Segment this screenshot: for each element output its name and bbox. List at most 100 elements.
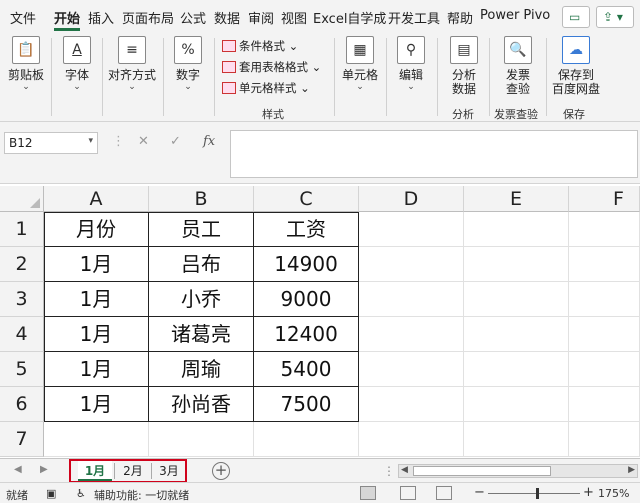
alignment-button[interactable]: ≡ 对齐方式 ⌄ — [106, 36, 158, 92]
empty-cell[interactable] — [359, 282, 464, 317]
empty-cell[interactable] — [359, 317, 464, 352]
tab-formulas[interactable]: 公式 — [180, 8, 206, 27]
editing-button[interactable]: ⚲ 编辑 ⌄ — [392, 36, 430, 92]
empty-cell[interactable] — [359, 247, 464, 282]
empty-cell[interactable] — [569, 352, 640, 387]
select-all-button[interactable] — [0, 186, 44, 212]
column-header[interactable]: F — [569, 186, 640, 212]
tab-page-layout[interactable]: 页面布局 — [122, 8, 174, 27]
number-button[interactable]: % 数字 ⌄ — [169, 36, 207, 92]
column-header[interactable]: C — [254, 186, 359, 212]
empty-cell[interactable] — [359, 422, 464, 457]
enter-icon[interactable]: ✓ — [170, 134, 181, 149]
zoom-out-icon[interactable]: − — [474, 485, 485, 500]
comments-button[interactable]: ▭ — [562, 6, 590, 28]
row-header[interactable]: 4 — [0, 317, 44, 352]
macro-record-icon[interactable]: ▣ — [46, 487, 56, 500]
tab-data[interactable]: 数据 — [214, 8, 240, 27]
empty-cell[interactable] — [464, 212, 569, 247]
empty-cell[interactable] — [359, 212, 464, 247]
empty-cell[interactable] — [359, 352, 464, 387]
share-button[interactable]: ⇪ ▾ — [596, 6, 634, 28]
table-cell[interactable]: 1月 — [44, 387, 149, 422]
table-cell[interactable]: 1月 — [44, 317, 149, 352]
empty-cell[interactable] — [569, 387, 640, 422]
row-header[interactable]: 1 — [0, 212, 44, 247]
cells-button[interactable]: ▦ 单元格 ⌄ — [340, 36, 380, 92]
table-header-cell[interactable]: 员工 — [149, 212, 254, 247]
table-cell[interactable]: 孙尚香 — [149, 387, 254, 422]
empty-cell[interactable] — [464, 422, 569, 457]
format-as-table-button[interactable]: 套用表格格式 ⌄ — [222, 59, 321, 75]
add-sheet-button[interactable]: + — [212, 462, 230, 480]
column-header[interactable]: A — [44, 186, 149, 212]
accessibility-icon[interactable]: ♿ — [76, 487, 86, 500]
empty-cell[interactable] — [569, 317, 640, 352]
chevron-down-icon[interactable]: ▾ — [88, 136, 93, 146]
empty-cell[interactable] — [464, 352, 569, 387]
tab-developer[interactable]: 开发工具 — [388, 8, 440, 27]
accessibility-status[interactable]: 辅助功能: 一切就绪 — [94, 487, 189, 503]
empty-cell[interactable] — [464, 282, 569, 317]
empty-cell[interactable] — [464, 317, 569, 352]
table-header-cell[interactable]: 工资 — [254, 212, 359, 247]
row-header[interactable]: 7 — [0, 422, 44, 457]
row-header[interactable]: 2 — [0, 247, 44, 282]
paste-button[interactable]: 📋 剪贴板 ⌄ — [6, 36, 46, 92]
column-header[interactable]: E — [464, 186, 569, 212]
next-sheet-icon[interactable]: ▶ — [40, 464, 48, 475]
tab-file[interactable]: 文件 — [10, 8, 36, 27]
tab-power-pivot[interactable]: Power Pivo — [480, 8, 550, 23]
column-header[interactable]: D — [359, 186, 464, 212]
table-cell[interactable]: 1月 — [44, 282, 149, 317]
name-box[interactable]: B12 ▾ — [4, 132, 98, 154]
font-button[interactable]: A 字体 ⌄ — [58, 36, 96, 92]
table-cell[interactable]: 1月 — [44, 352, 149, 387]
empty-cell[interactable] — [464, 387, 569, 422]
table-cell[interactable]: 12400 — [254, 317, 359, 352]
cancel-icon[interactable]: ✕ — [138, 134, 149, 149]
split-handle-icon[interactable]: ⋮ — [383, 464, 395, 478]
save-to-baidu-button[interactable]: ☁ 保存到 百度网盘 — [550, 36, 602, 96]
zoom-slider[interactable] — [488, 493, 580, 494]
empty-cell[interactable] — [569, 212, 640, 247]
tab-help[interactable]: 帮助 — [447, 8, 473, 27]
tab-home[interactable]: 开始 — [54, 8, 80, 27]
tab-excel-learning[interactable]: Excel自学成 — [313, 8, 386, 27]
prev-sheet-icon[interactable]: ◀ — [14, 464, 22, 475]
column-header[interactable]: B — [149, 186, 254, 212]
tab-view[interactable]: 视图 — [281, 8, 307, 27]
insert-function-icon[interactable]: fx — [203, 134, 215, 149]
empty-cell[interactable] — [149, 422, 254, 457]
empty-cell[interactable] — [44, 422, 149, 457]
analyze-data-button[interactable]: ▤ 分析 数据 — [444, 36, 484, 96]
conditional-format-button[interactable]: 条件格式 ⌄ — [222, 38, 298, 54]
empty-cell[interactable] — [464, 247, 569, 282]
horizontal-scrollbar[interactable]: ◀ ▶ — [398, 464, 638, 478]
page-layout-view-button[interactable] — [400, 486, 416, 500]
scroll-right-icon[interactable]: ▶ — [628, 465, 635, 475]
zoom-in-icon[interactable]: + — [583, 485, 594, 500]
empty-cell[interactable] — [254, 422, 359, 457]
invoice-check-button[interactable]: 🔍 发票 查验 — [496, 36, 540, 96]
formula-input[interactable] — [230, 130, 638, 178]
row-header[interactable]: 6 — [0, 387, 44, 422]
table-cell[interactable]: 1月 — [44, 247, 149, 282]
table-cell[interactable]: 9000 — [254, 282, 359, 317]
table-cell[interactable]: 诸葛亮 — [149, 317, 254, 352]
normal-view-button[interactable] — [360, 486, 376, 500]
table-cell[interactable]: 吕布 — [149, 247, 254, 282]
empty-cell[interactable] — [569, 422, 640, 457]
table-cell[interactable]: 7500 — [254, 387, 359, 422]
table-header-cell[interactable]: 月份 — [44, 212, 149, 247]
row-header[interactable]: 3 — [0, 282, 44, 317]
page-break-view-button[interactable] — [436, 486, 452, 500]
table-cell[interactable]: 周瑜 — [149, 352, 254, 387]
table-cell[interactable]: 14900 — [254, 247, 359, 282]
tab-insert[interactable]: 插入 — [88, 8, 114, 27]
row-header[interactable]: 5 — [0, 352, 44, 387]
table-cell[interactable]: 小乔 — [149, 282, 254, 317]
empty-cell[interactable] — [569, 282, 640, 317]
zoom-level[interactable]: 175% — [598, 487, 629, 500]
cell-styles-button[interactable]: 单元格样式 ⌄ — [222, 80, 310, 96]
